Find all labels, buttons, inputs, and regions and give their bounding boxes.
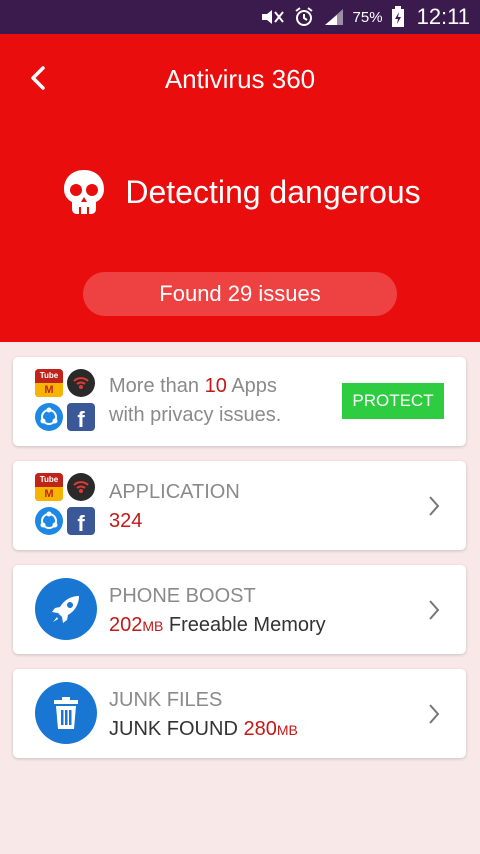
danger-text: Detecting dangerous (125, 173, 421, 210)
header: Antivirus 360 Detecting dangerous Found … (0, 34, 480, 342)
facebook-app-icon: f (67, 507, 95, 535)
battery-percent: 75% (352, 8, 383, 26)
boost-text: PHONE BOOST 202MB Freeable Memory (109, 585, 326, 637)
tubemate-app-icon: Tube M (35, 473, 63, 501)
junk-files-card[interactable]: JUNK FILES JUNK FOUND 280MB (13, 669, 466, 758)
boost-desc: Freeable Memory (163, 614, 326, 636)
boost-value: 202 (109, 614, 143, 636)
tubemate-app-icon: Tube M (35, 369, 63, 397)
junk-value: 280 (243, 718, 277, 740)
phone-boost-card[interactable]: PHONE BOOST 202MB Freeable Memory (13, 565, 466, 654)
status-bar: 75% 12:11 (0, 0, 480, 34)
battery-icon (391, 6, 405, 28)
application-text: APPLICATION 324 (109, 481, 240, 533)
application-count: 324 (109, 510, 143, 532)
mute-icon (259, 7, 285, 27)
trash-icon (35, 682, 97, 744)
privacy-app-count: 10 (204, 375, 227, 397)
application-card[interactable]: Tube M f APPLICATION 324 (13, 461, 466, 550)
wifi-app-icon (67, 369, 95, 397)
facebook-app-icon: f (67, 403, 95, 431)
privacy-suffix: Apps (226, 375, 277, 397)
wifi-app-icon (67, 473, 95, 501)
junk-unit: MB (276, 722, 298, 738)
protect-button[interactable]: PROTECT (342, 383, 444, 419)
skull-icon (59, 167, 109, 217)
boost-unit: MB (142, 618, 164, 634)
privacy-card: Tube M f More than 10 Apps with privacy i… (13, 357, 466, 446)
chevron-right-icon[interactable] (424, 699, 444, 729)
page-title: Antivirus 360 (164, 64, 316, 94)
app-icon-grid: Tube M f (35, 473, 95, 537)
chevron-right-icon[interactable] (424, 491, 444, 521)
application-title: APPLICATION (109, 481, 240, 503)
junk-text: JUNK FILES JUNK FOUND 280MB (109, 689, 298, 741)
shareit-app-icon (35, 507, 63, 535)
shareit-app-icon (35, 403, 63, 431)
clock: 12:11 (416, 4, 470, 29)
danger-status: Detecting dangerous (0, 162, 480, 222)
privacy-prefix: More than (109, 375, 205, 397)
rocket-icon (35, 578, 97, 640)
privacy-text: More than 10 Apps with privacy issues. (109, 375, 281, 427)
privacy-line2: with privacy issues. (109, 404, 282, 426)
boost-title: PHONE BOOST (109, 585, 256, 607)
chevron-right-icon[interactable] (424, 595, 444, 625)
alarm-icon (293, 6, 315, 28)
app-icon-grid: Tube M f (35, 369, 95, 433)
junk-title: JUNK FILES (109, 689, 223, 711)
issues-count-badge[interactable]: Found 29 issues (83, 272, 397, 316)
junk-prefix: JUNK FOUND (109, 718, 244, 740)
signal-icon (323, 7, 345, 27)
